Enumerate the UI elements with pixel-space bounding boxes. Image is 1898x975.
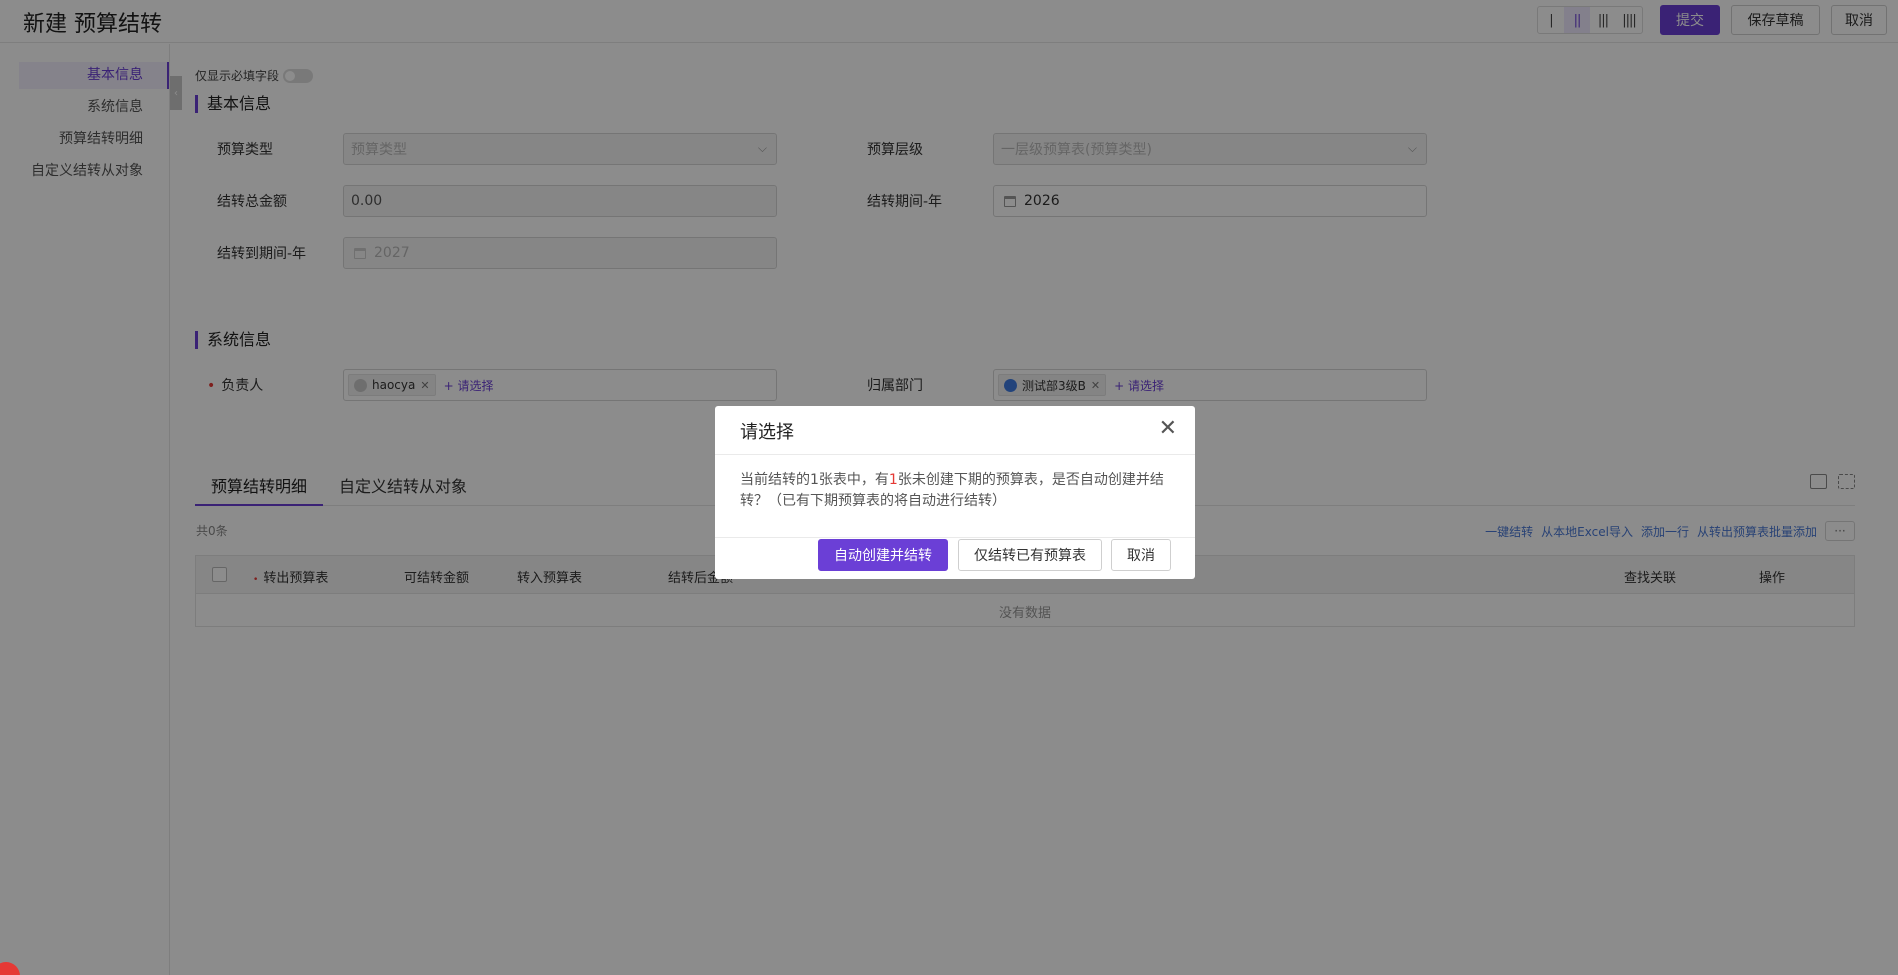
- dialog-cancel-button[interactable]: 取消: [1111, 539, 1171, 571]
- dialog-header: 请选择 ✕: [715, 406, 1195, 455]
- dialog-message: 当前结转的1张表中，有1张未创建下期的预算表，是否自动创建并结转？（已有下期预算…: [740, 472, 1164, 509]
- highlight-count: 1: [888, 472, 898, 488]
- close-icon[interactable]: ✕: [1159, 418, 1177, 440]
- select-dialog: 请选择 ✕ 当前结转的1张表中，有1张未创建下期的预算表，是否自动创建并结转？（…: [715, 406, 1195, 579]
- auto-create-transfer-button[interactable]: 自动创建并结转: [818, 539, 948, 571]
- dialog-footer: [715, 537, 1195, 538]
- transfer-existing-only-button[interactable]: 仅结转已有预算表: [958, 539, 1102, 571]
- dialog-title: 请选择: [740, 422, 794, 443]
